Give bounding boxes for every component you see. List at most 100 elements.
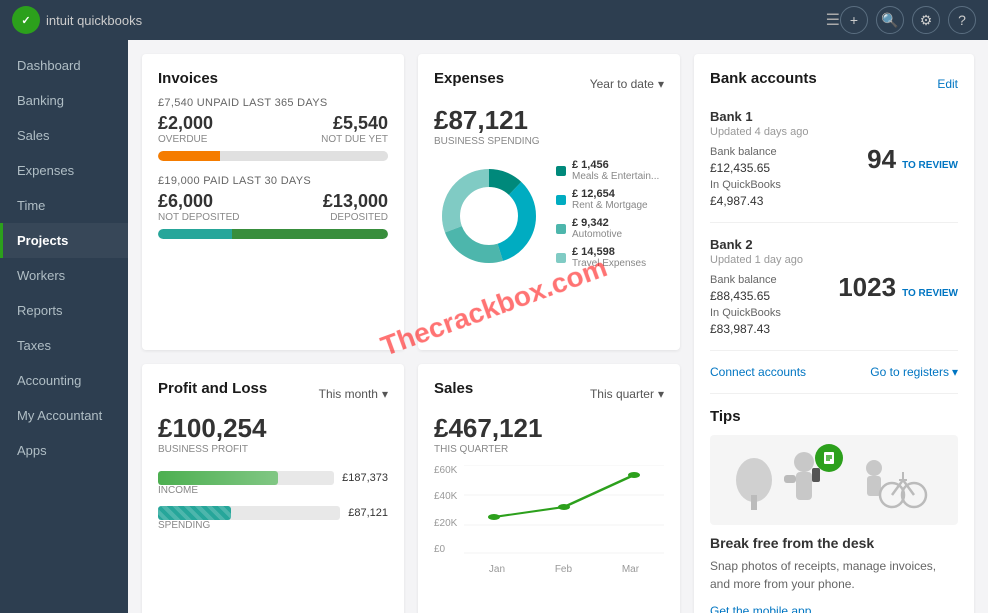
sales-period-selector[interactable]: This quarter ▾ <box>590 387 664 401</box>
invoices-paid-section: £19,000 PAID LAST 30 DAYS £6,000 NOT DEP… <box>158 175 388 239</box>
menu-icon[interactable]: ☰ <box>826 10 840 30</box>
expenses-donut-chart <box>434 161 544 274</box>
invoices-deposited-label: DEPOSITED <box>323 212 388 223</box>
invoices-paid-subtitle: £19,000 PAID LAST 30 DAYS <box>158 175 388 187</box>
bank-2-qb-row: In QuickBooks <box>710 307 781 319</box>
bank-1-name: Bank 1 <box>710 109 958 124</box>
bank-2-review-label: TO REVIEW <box>902 288 958 299</box>
invoices-unpaid-subtitle: £7,540 UNPAID LAST 365 DAYS <box>158 97 388 109</box>
bank-2-review: 1023 TO REVIEW <box>838 274 958 300</box>
expenses-header: Expenses Year to date ▾ <box>434 70 664 97</box>
legend-item-2: £ 9,342 Automotive <box>556 217 664 240</box>
go-to-registers-link[interactable]: Go to registers ▾ <box>870 365 958 379</box>
sidebar-item-banking[interactable]: Banking <box>0 83 128 118</box>
bank-2-name: Bank 2 <box>710 237 958 252</box>
bank-1-qb-value: £4,987.43 <box>710 194 781 208</box>
bank-edit-button[interactable]: Edit <box>937 77 958 91</box>
chevron-down-icon: ▾ <box>658 77 664 91</box>
invoices-card: Invoices £7,540 UNPAID LAST 365 DAYS £2,… <box>142 54 404 350</box>
pnl-period-selector[interactable]: This month ▾ <box>319 387 388 401</box>
bank-1-review-number: 94 <box>867 146 896 172</box>
connect-accounts-link[interactable]: Connect accounts <box>710 365 806 379</box>
pnl-sub: BUSINESS PROFIT <box>158 444 388 455</box>
invoices-overdue-label: OVERDUE <box>158 134 213 145</box>
legend-dot-1 <box>556 195 566 205</box>
bank-account-2: Bank 2 Updated 1 day ago Bank balance £8… <box>710 237 958 351</box>
search-button[interactable]: 🔍 <box>876 6 904 34</box>
topnav-actions: + 🔍 ⚙ ? <box>840 6 976 34</box>
invoices-deposited: £13,000 DEPOSITED <box>323 191 388 223</box>
sales-chart: £60K £40K £20K £0 <box>434 465 664 575</box>
tips-illustration <box>710 435 958 525</box>
sidebar-item-my-accountant[interactable]: My Accountant <box>0 398 128 433</box>
sidebar-item-workers[interactable]: Workers <box>0 258 128 293</box>
pnl-title: Profit and Loss <box>158 380 267 397</box>
bank-1-review: 94 TO REVIEW <box>867 146 958 172</box>
bank-2-review-number: 1023 <box>838 274 896 300</box>
main-layout: Dashboard Banking Sales Expenses Time Pr… <box>0 40 988 613</box>
invoices-unpaid-amounts: £2,000 OVERDUE £5,540 NOT DUE YET <box>158 113 388 145</box>
settings-button[interactable]: ⚙ <box>912 6 940 34</box>
sidebar-item-taxes[interactable]: Taxes <box>0 328 128 363</box>
sales-card: Sales This quarter ▾ £467,121 THIS QUART… <box>418 364 680 613</box>
help-button[interactable]: ? <box>948 6 976 34</box>
invoices-not-due: £5,540 NOT DUE YET <box>321 113 388 145</box>
pnl-bars: £187,373 INCOME £87,121 SPENDING <box>158 471 388 531</box>
sales-chart-area <box>464 465 664 555</box>
sidebar-item-reports[interactable]: Reports <box>0 293 128 328</box>
bank-2-balance-row: Bank balance <box>710 274 781 286</box>
bank-1-qb-row: In QuickBooks <box>710 179 781 191</box>
top-navigation: ✓ intuit quickbooks ☰ + 🔍 ⚙ ? <box>0 0 988 40</box>
invoices-not-due-bar <box>220 151 388 161</box>
invoices-not-deposited-bar <box>158 229 232 239</box>
invoices-deposited-bar <box>232 229 388 239</box>
pnl-spending-label: SPENDING <box>158 520 388 531</box>
sidebar-item-time[interactable]: Time <box>0 188 128 223</box>
legend-item-1: £ 12,654 Rent & Mortgage <box>556 188 664 211</box>
profit-loss-card: Profit and Loss This month ▾ £100,254 BU… <box>142 364 404 613</box>
bank-accounts-card: Bank accounts Edit Bank 1 Updated 4 days… <box>694 54 974 613</box>
chevron-down-icon-sales: ▾ <box>658 387 664 401</box>
bank-1-review-label: TO REVIEW <box>902 160 958 171</box>
legend-item-3: £ 14,598 Travel Expenses <box>556 246 664 269</box>
app-name: intuit quickbooks <box>46 13 142 28</box>
pnl-spending-bar-track <box>158 506 340 520</box>
bank-1-balance-value: £12,435.65 <box>710 161 781 175</box>
sidebar-item-apps[interactable]: Apps <box>0 433 128 468</box>
invoices-not-due-label: NOT DUE YET <box>321 134 388 145</box>
bank-header: Bank accounts Edit <box>710 70 958 97</box>
expenses-legend: £ 1,456 Meals & Entertain... £ 12,654 Re… <box>556 159 664 275</box>
get-mobile-app-link[interactable]: Get the mobile app <box>710 604 811 613</box>
legend-dot-3 <box>556 253 566 263</box>
add-button[interactable]: + <box>840 6 868 34</box>
expenses-sub: BUSINESS SPENDING <box>434 136 664 147</box>
sidebar: Dashboard Banking Sales Expenses Time Pr… <box>0 40 128 613</box>
tips-tip-title: Break free from the desk <box>710 535 958 551</box>
invoices-overdue-amount: £2,000 <box>158 113 213 134</box>
expenses-title: Expenses <box>434 70 504 87</box>
sales-amount: £467,121 <box>434 413 664 444</box>
sidebar-item-accounting[interactable]: Accounting <box>0 363 128 398</box>
chevron-down-icon-registers: ▾ <box>952 365 958 379</box>
sales-header: Sales This quarter ▾ <box>434 380 664 407</box>
sidebar-item-sales[interactable]: Sales <box>0 118 128 153</box>
expenses-period-selector[interactable]: Year to date ▾ <box>590 77 664 91</box>
bank-accounts-title: Bank accounts <box>710 70 817 87</box>
quickbooks-logo-icon: ✓ <box>12 6 40 34</box>
tips-description: Snap photos of receipts, manage invoices… <box>710 557 958 593</box>
sidebar-item-projects[interactable]: Projects <box>0 223 128 258</box>
expenses-card: Expenses Year to date ▾ £87,121 BUSINESS… <box>418 54 680 350</box>
bank-2-balance-value: £88,435.65 <box>710 289 781 303</box>
sales-sub: THIS QUARTER <box>434 444 664 455</box>
expenses-body: £ 1,456 Meals & Entertain... £ 12,654 Re… <box>434 159 664 275</box>
invoices-paid-bar <box>158 229 388 239</box>
pnl-income-bar-track <box>158 471 334 485</box>
bank-1-details: Bank balance £12,435.65 In QuickBooks £4… <box>710 146 958 208</box>
bank-2-details: Bank balance £88,435.65 In QuickBooks £8… <box>710 274 958 336</box>
sidebar-item-dashboard[interactable]: Dashboard <box>0 48 128 83</box>
invoices-title: Invoices <box>158 70 388 87</box>
invoices-overdue: £2,000 OVERDUE <box>158 113 213 145</box>
main-content: Invoices £7,540 UNPAID LAST 365 DAYS £2,… <box>128 40 988 613</box>
sidebar-item-expenses[interactable]: Expenses <box>0 153 128 188</box>
pnl-header: Profit and Loss This month ▾ <box>158 380 388 407</box>
